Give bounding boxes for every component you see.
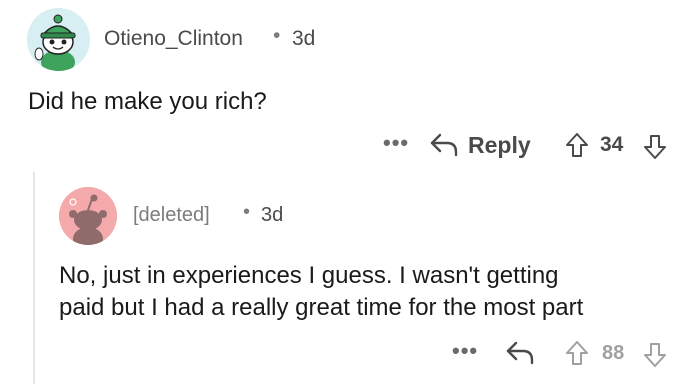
downvote-icon[interactable] [643,342,667,368]
comment-thread: Otieno_Clinton • 3d Did he make you rich… [0,0,700,384]
downvote-icon[interactable] [643,134,667,160]
meta-separator: • [273,24,281,47]
reply-body-line: No, just in experiences I guess. I wasn'… [59,262,559,289]
vote-score: 88 [602,342,625,364]
comment-body: Did he make you rich? [28,88,267,115]
comment-actions: ••• Reply 34 [0,126,700,166]
comment-timestamp[interactable]: 3d [292,27,315,51]
reply-icon[interactable] [429,132,459,158]
reply-actions: ••• 88 [0,334,700,374]
reply-author: [deleted] [133,204,210,226]
reply-button[interactable]: Reply [468,132,531,159]
more-options-button[interactable]: ••• [452,338,478,364]
snoo-avatar-icon [27,8,90,71]
meta-separator: • [243,201,251,223]
more-options-button[interactable]: ••• [383,130,409,156]
snoo-avatar-deleted-icon [59,187,117,245]
upvote-icon[interactable] [565,132,589,158]
comment-author[interactable]: Otieno_Clinton [104,27,243,51]
upvote-icon[interactable] [565,340,589,366]
user-avatar[interactable] [27,8,90,71]
deleted-user-avatar [59,187,117,245]
vote-score: 34 [600,133,624,156]
reply-body-line: paid but I had a really great time for t… [59,294,584,321]
reply-icon[interactable] [505,340,535,366]
reply-body: No, just in experiences I guess. I wasn'… [59,260,684,324]
reply-timestamp[interactable]: 3d [261,204,283,227]
